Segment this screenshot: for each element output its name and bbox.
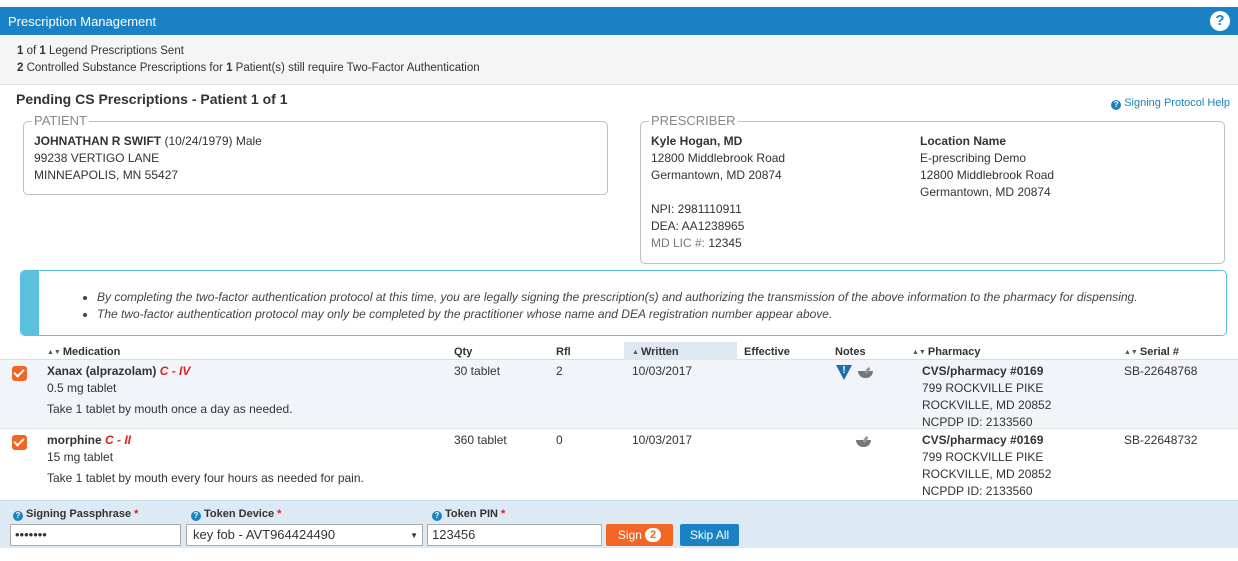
schedule-label: C - IV	[159, 364, 191, 378]
question-icon[interactable]: ?	[13, 511, 23, 521]
written-cell: 10/03/2017	[632, 364, 693, 378]
skip-all-button[interactable]: Skip All	[680, 524, 739, 546]
prescriber-address1: 12800 Middlebrook Road	[651, 151, 786, 165]
mortar-pestle-icon[interactable]	[856, 436, 871, 448]
pharmacy-cell: CVS/pharmacy #0169 799 ROCKVILLE PIKE RO…	[922, 363, 1051, 431]
schedule-label: C - II	[105, 433, 132, 447]
notes-cell: !	[836, 364, 874, 381]
patient-legend: PATIENT	[32, 113, 89, 128]
md-lic-label: MD LIC #:	[651, 236, 706, 250]
pharmacy-ncpdp: NCPDP ID: 2133560	[922, 484, 1033, 498]
pharmacy-name: CVS/pharmacy #0169	[922, 433, 1044, 447]
medication-cell: morphine C - II 15 mg tablet Take 1 tabl…	[47, 432, 364, 487]
token-device-label: ? Token Device *	[191, 508, 281, 521]
prescriber-address2: Germantown, MD 20874	[651, 168, 782, 182]
column-serial[interactable]: ▲▼ Serial #	[1124, 346, 1179, 358]
question-icon[interactable]: ?	[432, 511, 442, 521]
location-name: E-prescribing Demo	[920, 151, 1027, 165]
patient-panel: PATIENT JOHNATHAN R SWIFT (10/24/1979) M…	[23, 113, 608, 195]
prescriber-dea: DEA: AA1238965	[651, 219, 745, 233]
notice-accent-bar	[21, 271, 39, 335]
patient-address1: 99238 VERTIGO LANE	[34, 151, 160, 165]
drug-strength: 15 mg tablet	[47, 450, 114, 464]
pharmacy-address2: ROCKVILLE, MD 20852	[922, 398, 1052, 412]
table-row: Xanax (alprazolam) C - IV 0.5 mg tablet …	[0, 360, 1238, 429]
column-pharmacy[interactable]: ▲▼ Pharmacy	[912, 346, 980, 358]
help-icon[interactable]: ?	[1210, 11, 1230, 31]
drug-name: Xanax (alprazolam)	[47, 364, 157, 378]
serial-cell: SB-22648732	[1124, 433, 1198, 447]
sign-button[interactable]: Sign 2	[606, 524, 673, 546]
location-heading: Location Name	[920, 134, 1007, 148]
token-pin-input[interactable]: 123456	[427, 524, 602, 546]
row-select-checkbox[interactable]	[12, 435, 27, 450]
prescriber-details: Kyle Hogan, MD 12800 Middlebrook Road Ge…	[651, 133, 785, 252]
sort-ascending-icon: ▲	[632, 349, 639, 356]
legend-sent-status: 1 of 1 Legend Prescriptions Sent	[17, 45, 184, 57]
drug-sig: Take 1 tablet by mouth once a day as nee…	[47, 402, 293, 416]
column-qty: Qty	[454, 346, 473, 358]
written-cell: 10/03/2017	[632, 433, 693, 447]
drug-name: morphine	[47, 433, 102, 447]
table-row: morphine C - II 15 mg tablet Take 1 tabl…	[0, 429, 1238, 500]
patient-dob-gender: (10/24/1979) Male	[164, 134, 262, 148]
pharmacy-address2: ROCKVILLE, MD 20852	[922, 467, 1052, 481]
pharmacy-address1: 799 ROCKVILLE PIKE	[922, 450, 1044, 464]
location-details: Location Name E-prescribing Demo 12800 M…	[920, 133, 1054, 201]
cs-pending-status: 2 Controlled Substance Prescriptions for…	[17, 62, 480, 74]
question-icon[interactable]: ?	[191, 511, 201, 521]
qty-cell: 30 tablet	[454, 364, 501, 378]
pharmacy-name: CVS/pharmacy #0169	[922, 364, 1044, 378]
rfl-cell: 2	[556, 364, 563, 378]
column-notes: Notes	[835, 346, 866, 358]
sign-count-badge: 2	[644, 528, 662, 542]
passphrase-label: ? Signing Passphrase *	[13, 508, 138, 521]
prescription-table-header: ▲▼ Medication Qty Rfl ▲ Written Effective …	[0, 342, 1238, 360]
pharmacy-cell: CVS/pharmacy #0169 799 ROCKVILLE PIKE RO…	[922, 432, 1051, 500]
drug-sig: Take 1 tablet by mouth every four hours …	[47, 471, 364, 485]
chevron-down-icon: ▼	[410, 531, 418, 540]
signing-form: ? Signing Passphrase * ••••••• ? Token Devi…	[0, 500, 1238, 548]
medication-cell: Xanax (alprazolam) C - IV 0.5 mg tablet …	[47, 363, 293, 418]
location-address2: Germantown, MD 20874	[920, 185, 1051, 199]
section-heading: Pending CS Prescriptions - Patient 1 of …	[16, 91, 288, 107]
passphrase-input[interactable]: •••••••	[10, 524, 181, 546]
column-rfl: Rfl	[556, 346, 571, 358]
sort-icon: ▲▼	[912, 349, 926, 356]
notes-cell	[853, 433, 871, 450]
column-effective: Effective	[744, 346, 790, 358]
patient-address2: MINNEAPOLIS, MN 55427	[34, 168, 179, 182]
md-lic-value: 12345	[708, 236, 742, 250]
prescriber-legend: PRESCRIBER	[649, 113, 738, 128]
row-select-checkbox[interactable]	[12, 366, 27, 381]
sort-icon: ▲▼	[1124, 349, 1138, 356]
drug-strength: 0.5 mg tablet	[47, 381, 117, 395]
signing-protocol-help-link[interactable]: ? Signing Protocol Help	[1111, 97, 1230, 110]
page-header: Prescription Management ?	[0, 7, 1238, 35]
patient-name: JOHNATHAN R SWIFT	[34, 134, 162, 148]
prescriber-panel: PRESCRIBER Kyle Hogan, MD 12800 Middlebr…	[640, 113, 1225, 264]
column-written[interactable]: ▲ Written	[632, 346, 679, 358]
sort-icon: ▲▼	[47, 349, 61, 356]
page-title: Prescription Management	[8, 14, 157, 29]
patient-details: JOHNATHAN R SWIFT (10/24/1979) Male 9923…	[34, 133, 262, 184]
serial-cell: SB-22648768	[1124, 364, 1198, 378]
pharmacy-address1: 799 ROCKVILLE PIKE	[922, 381, 1044, 395]
qty-cell: 360 tablet	[454, 433, 507, 447]
prescriber-name: Kyle Hogan, MD	[651, 134, 743, 148]
mortar-pestle-icon[interactable]	[858, 367, 874, 379]
notice-item: The two-factor authentication protocol m…	[97, 306, 1138, 323]
column-medication[interactable]: ▲▼ Medication	[47, 346, 120, 358]
question-icon: ?	[1111, 100, 1122, 110]
warning-icon[interactable]: !	[836, 365, 852, 381]
token-pin-label: ? Token PIN *	[432, 508, 505, 521]
status-summary: 1 of 1 Legend Prescriptions Sent 2 Contr…	[0, 35, 1238, 85]
prescriber-npi: NPI: 2981110911	[651, 202, 742, 216]
location-address1: 12800 Middlebrook Road	[920, 168, 1055, 182]
notice-item: By completing the two-factor authenticat…	[97, 289, 1138, 306]
legal-notice: By completing the two-factor authenticat…	[20, 270, 1227, 336]
rfl-cell: 0	[556, 433, 563, 447]
token-device-select[interactable]: key fob - AVT964424490 ▼	[186, 524, 423, 546]
